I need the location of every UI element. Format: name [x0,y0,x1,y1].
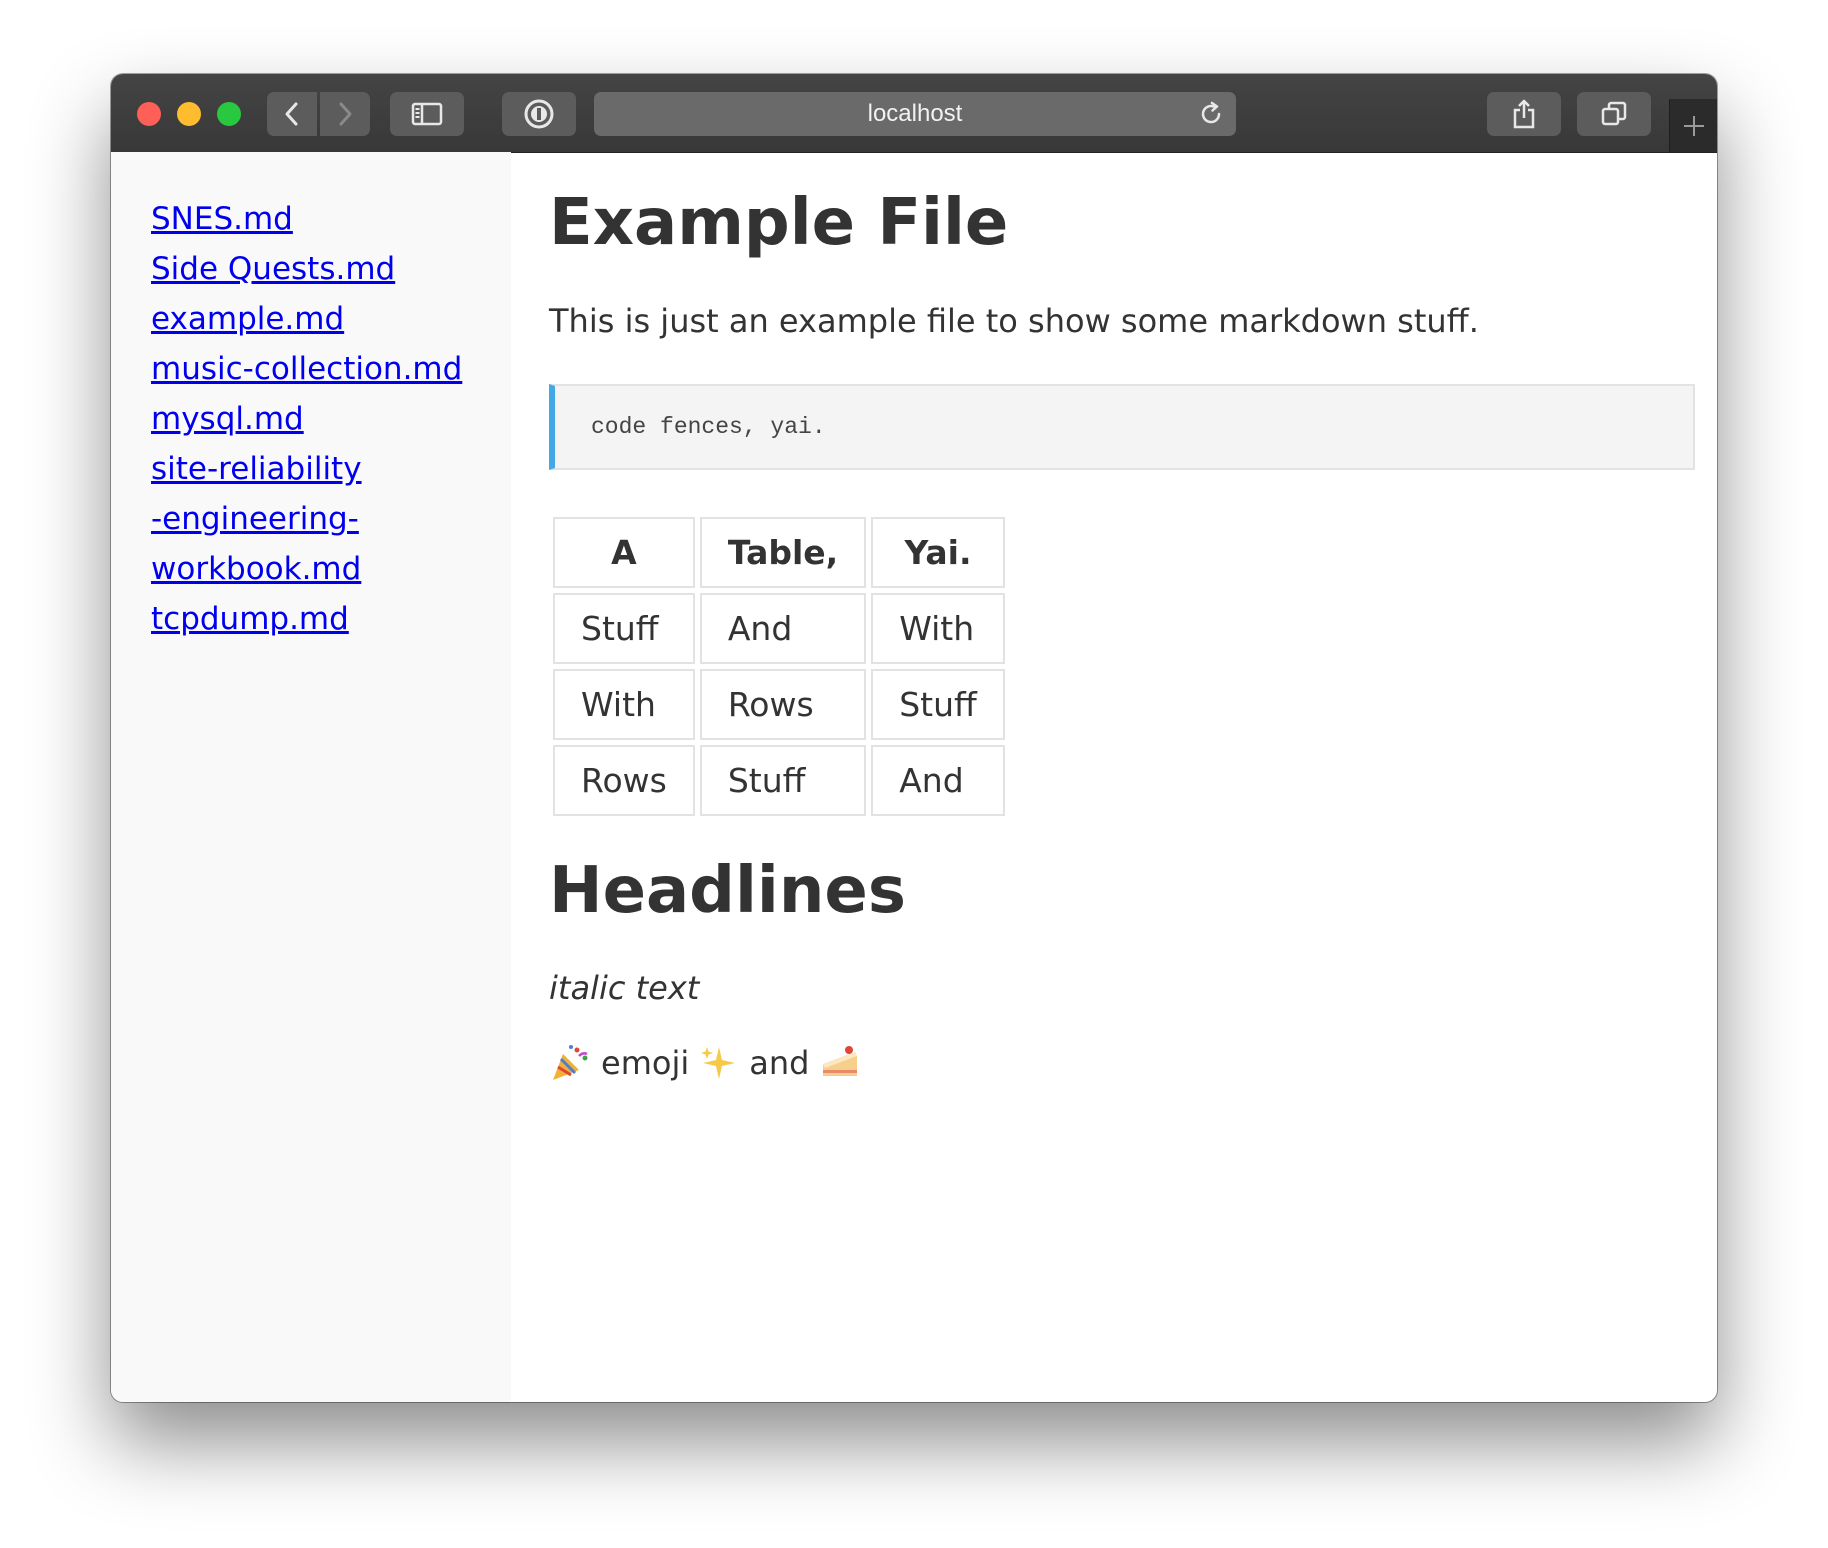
table-cell: Stuff [553,593,695,664]
markdown-table: A Table, Yai. Stuff And With With Rows S… [548,512,1010,821]
table-cell: With [553,669,695,740]
table-cell: Stuff [871,669,1005,740]
tabs-overview-icon [1601,101,1627,126]
file-list-item: SNES.md [151,194,481,244]
italic-text: italic text [549,969,700,1007]
intro-paragraph: This is just an example file to show som… [549,302,1479,340]
file-list-item: Side Quests.md [151,244,481,294]
file-list-item: tcpdump.md [151,594,481,644]
page-title: Example File [549,186,1009,260]
address-bar[interactable]: localhost [594,92,1236,136]
section-heading: Headlines [549,854,906,928]
file-sidebar: SNES.md Side Quests.md example.md music-… [111,152,511,1402]
browser-window: localhost SNES.md Side Quests.md example… [111,74,1717,1402]
file-list-item: site-reliability-engineering-workbook.md [151,444,371,594]
table-cell: With [871,593,1005,664]
url-text: localhost [867,100,963,127]
table-row: Rows Stuff And [553,745,1005,816]
markdown-content: Example File This is just an example fil… [511,152,1717,1402]
browser-toolbar: localhost [111,74,1717,153]
table-cell: Stuff [699,745,867,816]
share-button[interactable] [1487,92,1561,136]
file-link-side-quests[interactable]: Side Quests.md [151,251,395,287]
party-popper-icon [553,1045,588,1080]
file-link-example[interactable]: example.md [151,301,344,337]
table-cell: And [699,593,867,664]
close-window-icon[interactable] [137,102,161,126]
zoom-window-icon[interactable] [217,102,241,126]
sparkles-icon [701,1047,736,1079]
chevron-left-icon [285,102,298,126]
table-header-cell: Table, [699,517,867,588]
file-link-music-collection[interactable]: music-collection.md [151,351,462,387]
table-row: Stuff And With [553,593,1005,664]
new-tab-button[interactable] [1669,99,1717,152]
file-list-item: music-collection.md [151,344,481,394]
sidebar-icon [411,102,443,126]
chevron-right-icon [339,102,352,126]
table-header-cell: A [553,517,695,588]
emoji-paragraph: emoji and [549,1042,861,1084]
reload-icon[interactable] [1198,101,1224,127]
password-manager-button[interactable] [502,92,576,136]
file-link-tcpdump[interactable]: tcpdump.md [151,601,349,637]
file-link-sre-workbook[interactable]: site-reliability-engineering-workbook.md [151,451,362,587]
cake-icon [823,1046,858,1076]
table-cell: Rows [699,669,867,740]
table-cell: And [871,745,1005,816]
password-manager-icon [524,99,554,129]
sidebar-toggle-button[interactable] [390,92,464,136]
code-block: code fences, yai. [549,384,1695,470]
file-list-item: mysql.md [151,394,481,444]
emoji-word: emoji [601,1044,690,1082]
share-icon [1513,99,1535,129]
plus-icon [1684,115,1704,136]
table-cell: Rows [553,745,695,816]
tab-overview-button[interactable] [1577,92,1651,136]
file-list-item: example.md [151,294,481,344]
back-button[interactable] [267,92,317,136]
table-header-cell: Yai. [871,517,1005,588]
and-word: and [749,1044,810,1082]
code-text: code fences, yai. [591,414,826,440]
file-link-mysql[interactable]: mysql.md [151,401,304,437]
forward-button[interactable] [320,92,370,136]
minimize-window-icon[interactable] [177,102,201,126]
file-list: SNES.md Side Quests.md example.md music-… [151,194,481,644]
table-header-row: A Table, Yai. [553,517,1005,588]
file-link-snes[interactable]: SNES.md [151,201,293,237]
table-row: With Rows Stuff [553,669,1005,740]
